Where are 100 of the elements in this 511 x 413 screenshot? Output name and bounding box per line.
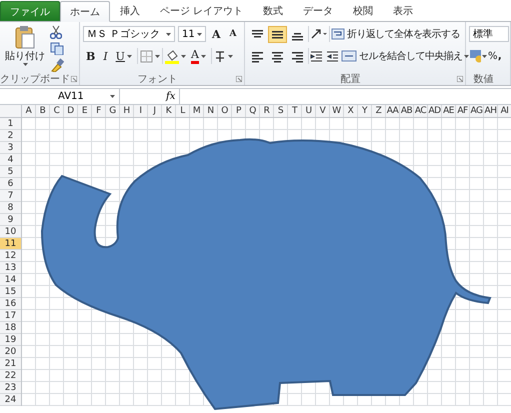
column-header[interactable]: F xyxy=(92,105,106,117)
ribbon-tab[interactable]: ページ レイアウト xyxy=(150,0,254,21)
row-header[interactable]: 4 xyxy=(0,154,21,166)
bold-button[interactable]: B xyxy=(83,48,98,64)
cut-icon[interactable] xyxy=(50,25,62,39)
shrink-font-button[interactable]: A xyxy=(226,26,240,42)
column-header[interactable]: T xyxy=(288,105,302,117)
caret-icon[interactable] xyxy=(22,63,28,66)
column-header[interactable]: H xyxy=(120,105,134,117)
insert-function-button[interactable]: fx xyxy=(162,91,180,102)
column-header[interactable]: M xyxy=(190,105,204,117)
indent-icons[interactable] xyxy=(310,50,340,62)
phonetic-icon[interactable] xyxy=(214,49,226,63)
name-box[interactable]: AV11 xyxy=(0,89,120,104)
column-header[interactable]: Q xyxy=(246,105,260,117)
column-header[interactable]: AC xyxy=(414,105,428,117)
grow-font-button[interactable]: A xyxy=(209,26,224,42)
column-header[interactable]: AD xyxy=(428,105,442,117)
caret-icon[interactable] xyxy=(110,95,115,98)
column-header[interactable]: AI xyxy=(498,105,511,117)
font-color-button[interactable]: A xyxy=(188,48,209,64)
merge-center-button[interactable]: セルを結合して中央揃え xyxy=(341,48,470,64)
column-header[interactable]: S xyxy=(274,105,288,117)
row-header[interactable]: 3 xyxy=(0,142,21,154)
currency-icon[interactable] xyxy=(469,49,481,63)
column-header[interactable]: AE xyxy=(442,105,456,117)
fill-color-icon[interactable] xyxy=(164,48,179,64)
row-header[interactable]: 16 xyxy=(0,298,21,310)
caret-icon[interactable] xyxy=(482,54,487,58)
italic-button[interactable]: I xyxy=(100,48,111,64)
row-header[interactable]: 21 xyxy=(0,358,21,370)
align-middle-button[interactable] xyxy=(268,26,287,42)
column-header[interactable]: J xyxy=(148,105,162,117)
column-header[interactable]: I xyxy=(134,105,148,117)
row-header[interactable]: 19 xyxy=(0,334,21,346)
column-header[interactable]: AH xyxy=(484,105,498,117)
dialog-launcher-icon[interactable] xyxy=(71,76,77,82)
column-header[interactable]: A xyxy=(22,105,36,117)
column-header[interactable]: K xyxy=(162,105,176,117)
row-header[interactable]: 6 xyxy=(0,178,21,190)
row-header[interactable]: 13 xyxy=(0,262,21,274)
ribbon-tab[interactable]: 表示 xyxy=(383,0,424,21)
row-header[interactable]: 8 xyxy=(0,202,21,214)
column-header[interactable]: C xyxy=(50,105,64,117)
number-format-field[interactable]: 標準 xyxy=(469,26,509,42)
column-header[interactable]: Z xyxy=(372,105,386,117)
format-painter-icon[interactable] xyxy=(50,58,64,72)
caret-icon[interactable] xyxy=(166,32,171,36)
row-header[interactable]: 9 xyxy=(0,214,21,226)
row-header[interactable]: 2 xyxy=(0,130,21,142)
column-header[interactable]: AF xyxy=(456,105,470,117)
caret-icon[interactable] xyxy=(197,32,202,36)
percent-button[interactable]: % xyxy=(488,48,497,64)
row-header[interactable]: 5 xyxy=(0,166,21,178)
column-header[interactable]: P xyxy=(232,105,246,117)
row-header[interactable]: 14 xyxy=(0,274,21,286)
column-header[interactable]: E xyxy=(78,105,92,117)
caret-icon[interactable] xyxy=(126,54,132,58)
ribbon-tab[interactable]: 数式 xyxy=(253,0,294,21)
column-header[interactable]: L xyxy=(176,105,190,117)
caret-icon[interactable] xyxy=(228,54,233,58)
column-header[interactable]: X xyxy=(344,105,358,117)
caret-icon[interactable] xyxy=(464,54,470,58)
row-header[interactable]: 22 xyxy=(0,370,21,382)
column-header[interactable]: R xyxy=(260,105,274,117)
row-header[interactable]: 24 xyxy=(0,394,21,406)
column-header[interactable]: G xyxy=(106,105,120,117)
wrap-text-button[interactable]: 折り返して全体を表示する xyxy=(331,26,460,42)
ribbon-tab[interactable]: ファイル xyxy=(0,1,60,21)
paste-button[interactable]: 貼り付け xyxy=(3,25,47,72)
ribbon-tab[interactable]: 挿入 xyxy=(110,0,150,21)
column-header[interactable]: AG xyxy=(470,105,484,117)
row-header[interactable]: 18 xyxy=(0,322,21,334)
column-header[interactable]: N xyxy=(204,105,218,117)
column-header[interactable]: AA xyxy=(386,105,400,117)
row-header[interactable]: 12 xyxy=(0,250,21,262)
column-header[interactable]: Y xyxy=(358,105,372,117)
column-header[interactable]: AB xyxy=(400,105,414,117)
font-size-field[interactable]: 11 xyxy=(178,26,206,42)
row-header[interactable]: 17 xyxy=(0,310,21,322)
ribbon-tab[interactable]: ホーム xyxy=(60,1,110,22)
row-header[interactable]: 1 xyxy=(0,118,21,130)
orientation-icon[interactable] xyxy=(310,28,328,40)
font-name-field[interactable]: ＭＳ Ｐゴシック xyxy=(83,26,175,42)
underline-button[interactable]: U xyxy=(112,48,135,64)
caret-icon[interactable] xyxy=(154,54,160,58)
column-header[interactable]: O xyxy=(218,105,232,117)
dialog-launcher-icon[interactable] xyxy=(457,76,463,82)
column-header[interactable]: W xyxy=(330,105,344,117)
column-header[interactable]: B xyxy=(36,105,50,117)
column-header[interactable]: V xyxy=(316,105,330,117)
row-header[interactable]: 11 xyxy=(0,238,21,250)
caret-icon[interactable] xyxy=(180,54,186,58)
caret-icon[interactable] xyxy=(200,54,206,58)
row-header[interactable]: 20 xyxy=(0,346,21,358)
comma-button[interactable]: , xyxy=(498,48,502,64)
ribbon-tab[interactable]: データ xyxy=(293,0,344,21)
dialog-launcher-icon[interactable] xyxy=(236,76,242,82)
row-header[interactable]: 15 xyxy=(0,286,21,298)
ribbon-tab[interactable]: 校閲 xyxy=(343,0,384,21)
